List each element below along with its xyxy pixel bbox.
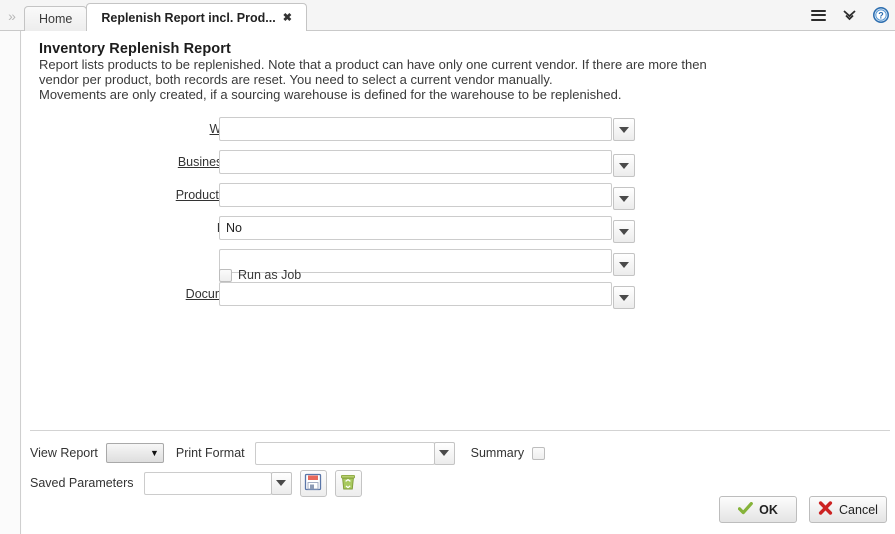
delete-parameters-button[interactable] [335, 470, 362, 497]
parameter-form: Warehouse Business Partner Product Categ… [22, 117, 895, 315]
tab-home-label: Home [39, 12, 72, 26]
chevron-down-icon: ▼ [150, 449, 159, 458]
run-as-job-label: Run as Job [238, 268, 301, 282]
top-icon-group: ? [811, 0, 889, 30]
report-description-line-1: Report lists products to be replenished.… [39, 57, 884, 72]
field-row-product-category: Product Category [22, 183, 895, 216]
view-report-select[interactable]: ▼ [106, 443, 164, 463]
input-is-kanban[interactable]: No [219, 216, 612, 240]
tab-close-icon[interactable]: ✖ [283, 11, 292, 24]
dropdown-product-category[interactable] [613, 187, 635, 210]
dropdown-is-kanban[interactable] [613, 220, 635, 243]
ok-button[interactable]: OK [719, 496, 797, 523]
saved-parameters-toolbar: Saved Parameters [30, 470, 362, 496]
action-buttons: OK Cancel [719, 496, 887, 523]
red-x-icon [818, 501, 833, 518]
left-rail [0, 31, 21, 534]
svg-text:?: ? [878, 11, 884, 21]
report-description-line-3: Movements are only created, if a sourcin… [39, 87, 884, 102]
tab-strip: Home Replenish Report incl. Prod... ✖ [24, 3, 307, 31]
application-window: » Home Replenish Report incl. Prod... ✖ [0, 0, 895, 534]
dropdown-business-partner[interactable] [613, 154, 635, 177]
recycle-bin-icon [339, 473, 357, 494]
double-chevron-right-icon[interactable]: » [3, 7, 21, 25]
summary-label: Summary [471, 446, 524, 460]
field-row-warehouse: Warehouse [22, 117, 895, 150]
saved-parameters-label: Saved Parameters [30, 476, 134, 490]
save-parameters-button[interactable] [300, 470, 327, 497]
dropdown-document-type[interactable] [613, 286, 635, 309]
field-row-document-type: Document Type [22, 282, 895, 315]
tab-home[interactable]: Home [24, 6, 87, 31]
input-document-type[interactable] [219, 282, 612, 306]
print-format-dropdown[interactable] [434, 442, 455, 465]
input-warehouse[interactable] [219, 117, 612, 141]
report-description-line-2: vendor per product, both records are res… [39, 72, 884, 87]
print-format-input[interactable] [255, 442, 435, 465]
view-report-label: View Report [30, 446, 98, 460]
summary-group: Summary [471, 446, 545, 460]
help-icon[interactable]: ? [873, 7, 889, 23]
saved-parameters-input[interactable] [144, 472, 272, 495]
green-check-icon [738, 502, 753, 518]
print-format-label: Print Format [176, 446, 245, 460]
menu-icon[interactable] [811, 10, 826, 21]
floppy-disk-save-icon [304, 473, 322, 494]
run-as-job-checkbox[interactable] [219, 269, 232, 282]
cancel-button-label: Cancel [839, 503, 878, 517]
ok-button-label: OK [759, 503, 778, 517]
run-as-job-row: Run as Job [219, 268, 301, 282]
field-row-create: Create [22, 249, 895, 282]
report-description: Report lists products to be replenished.… [39, 57, 884, 102]
page-title: Inventory Replenish Report [39, 41, 231, 57]
top-bar: » Home Replenish Report incl. Prod... ✖ [0, 0, 895, 31]
field-row-business-partner: Business Partner [22, 150, 895, 183]
dropdown-create[interactable] [613, 253, 635, 276]
input-product-category[interactable] [219, 183, 612, 207]
input-business-partner[interactable] [219, 150, 612, 174]
summary-checkbox[interactable] [532, 447, 545, 460]
saved-parameters-dropdown[interactable] [271, 472, 292, 495]
chevron-double-down-icon[interactable] [842, 8, 857, 22]
view-report-toolbar: View Report ▼ Print Format Summary [30, 440, 545, 466]
dropdown-warehouse[interactable] [613, 118, 635, 141]
tab-replenish-report-label: Replenish Report incl. Prod... [101, 11, 275, 25]
field-row-is-kanban: Is Kanban No [22, 216, 895, 249]
tab-replenish-report[interactable]: Replenish Report incl. Prod... ✖ [86, 3, 307, 31]
report-panel: Inventory Replenish Report Report lists … [22, 31, 895, 534]
toolbar-separator [30, 430, 890, 431]
cancel-button[interactable]: Cancel [809, 496, 887, 523]
